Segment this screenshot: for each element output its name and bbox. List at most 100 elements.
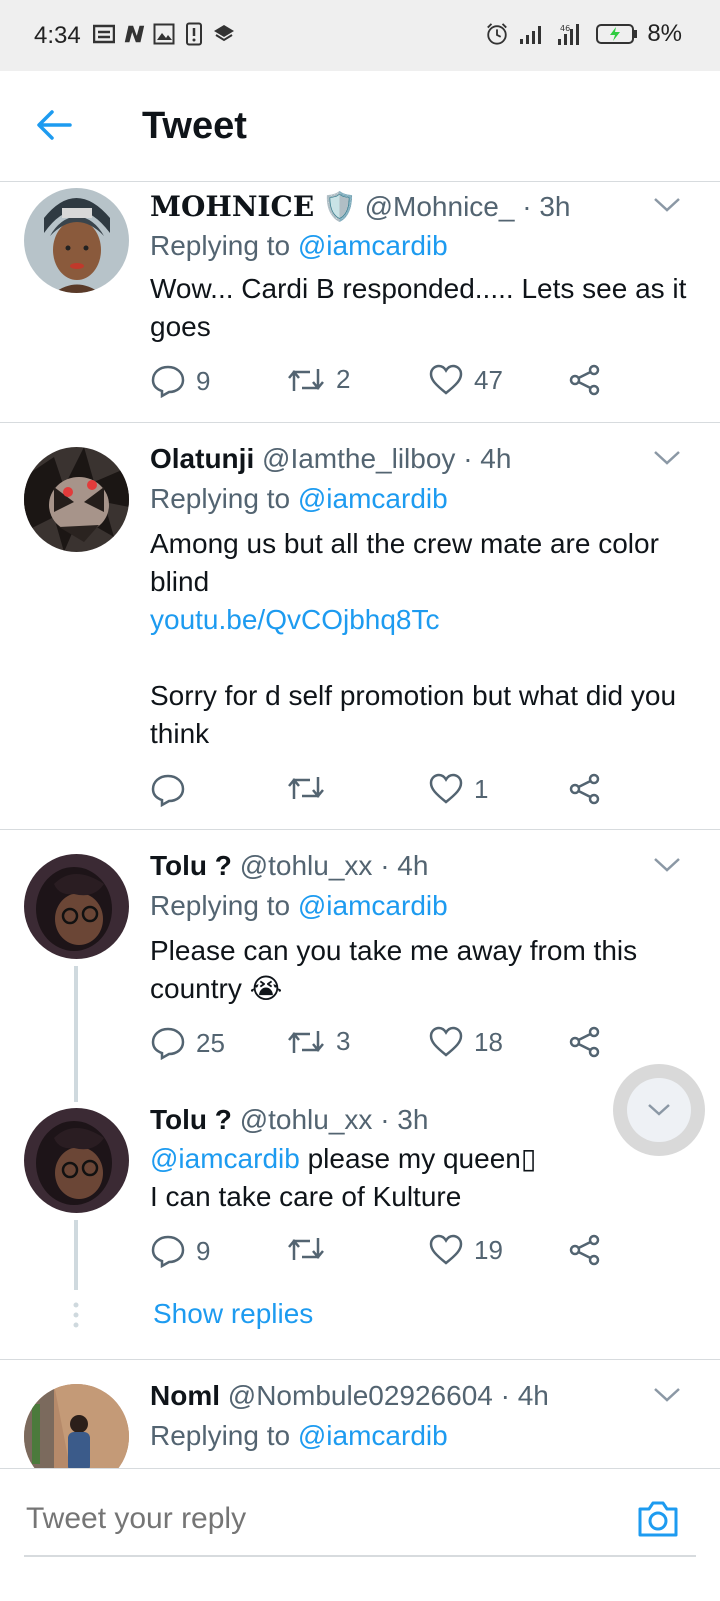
tweet-item[interactable]: Tolu ? @tohlu_xx · 4h Replying to @iamca… (0, 830, 720, 1102)
like-button[interactable]: 1 (428, 773, 488, 805)
tweet-header: Olatunji @Iamthe_lilboy · 4h (150, 443, 511, 475)
show-replies-link[interactable]: Show replies (153, 1298, 313, 1330)
tweet-text: Please can you take me away from this co… (150, 935, 638, 1004)
replying-label: Replying to (150, 1420, 291, 1451)
share-button[interactable] (568, 1026, 602, 1058)
tweet-text-line: please my queen▯ (299, 1143, 537, 1174)
like-button[interactable]: 19 (428, 1234, 503, 1266)
tweet-item[interactable]: Tolu ? @tohlu_xx · 3h @iamcardib please … (0, 1084, 720, 1358)
notes-icon (92, 20, 116, 48)
replying-to: Replying to @iamcardib (150, 230, 448, 262)
share-button[interactable] (568, 1234, 602, 1266)
avatar[interactable] (24, 188, 129, 293)
scroll-down-button[interactable] (613, 1064, 705, 1156)
page-title: Tweet (142, 105, 247, 147)
retweet-button[interactable] (286, 773, 336, 803)
reply-input[interactable] (24, 1501, 608, 1537)
user-handle[interactable]: @Iamthe_lilboy (262, 443, 455, 474)
reply-underline (24, 1555, 696, 1557)
tweet-actions: 25 3 18 (150, 1026, 610, 1066)
chevron-down-icon (654, 198, 680, 212)
tweet-item[interactable]: Olatunji @Iamthe_lilboy · 4h Replying to… (0, 423, 720, 829)
fab-inner (627, 1078, 691, 1142)
share-button[interactable] (568, 773, 602, 805)
tweet-menu-button[interactable] (652, 196, 682, 216)
avatar[interactable] (24, 1108, 129, 1213)
user-name[interactable]: Olatunji (150, 443, 254, 474)
retweet-button[interactable]: 3 (286, 1026, 350, 1057)
replying-label: Replying to (150, 230, 291, 261)
thread-dots (73, 1302, 79, 1333)
reply-button[interactable] (150, 773, 196, 807)
user-name[interactable]: MOHNICE (150, 190, 314, 223)
tweet-header: Tolu ? @tohlu_xx · 3h (150, 1104, 428, 1136)
share-button[interactable] (568, 364, 602, 396)
tweet-actions: 1 (150, 773, 610, 813)
retweet-button[interactable] (286, 1234, 336, 1264)
camera-button[interactable] (636, 1499, 682, 1541)
thread-line (74, 1220, 78, 1290)
reply-count: 9 (196, 1235, 211, 1266)
mention-link[interactable]: @iamcardib (298, 890, 448, 921)
reply-icon (151, 1027, 185, 1060)
user-handle[interactable]: @tohlu_xx (240, 850, 373, 881)
user-handle[interactable]: @Mohnice_ (365, 191, 515, 222)
replying-to: Replying to @iamcardib (150, 1420, 448, 1452)
chevron-down-icon (654, 1388, 680, 1402)
user-name[interactable]: Noml (150, 1380, 220, 1411)
like-button[interactable]: 18 (428, 1026, 503, 1058)
avatar[interactable] (24, 854, 129, 959)
battery-percent: 8% (647, 20, 682, 47)
thread-line (74, 966, 78, 1102)
chevron-down-icon (654, 451, 680, 465)
mention-link[interactable]: @iamcardib (298, 230, 448, 261)
replying-label: Replying to (150, 890, 291, 921)
mention-link[interactable]: @iamcardib (298, 483, 448, 514)
retweet-icon (288, 368, 324, 391)
user-name[interactable]: Tolu ? (150, 850, 232, 881)
alarm-icon (485, 20, 509, 48)
like-count: 19 (474, 1234, 503, 1265)
reply-button[interactable]: 25 (150, 1026, 225, 1060)
chevron-down-icon (654, 858, 680, 872)
user-handle[interactable]: @Nombule02926604 (228, 1380, 493, 1411)
avatar[interactable] (24, 1384, 129, 1468)
user-handle[interactable]: @tohlu_xx (240, 1104, 373, 1135)
alert-icon (182, 20, 206, 48)
user-name[interactable]: Tolu ? (150, 1104, 232, 1135)
status-bar: 4:34 46 8% (0, 0, 720, 71)
like-count: 47 (474, 364, 503, 395)
back-button[interactable] (36, 109, 76, 145)
chevron-down-icon (648, 1104, 670, 1116)
heart-icon (429, 1234, 463, 1265)
status-icons-left (92, 20, 236, 48)
tweet-link[interactable]: youtu.be/QvCOjbhq8Tc (150, 601, 695, 639)
reply-button[interactable]: 9 (150, 364, 210, 398)
retweet-button[interactable]: 2 (286, 364, 350, 395)
like-count: 18 (474, 1026, 503, 1057)
retweet-count: 2 (336, 364, 351, 394)
tweet-menu-button[interactable] (652, 856, 682, 876)
share-icon (569, 364, 600, 396)
tweet-item[interactable]: MOHNICE 🛡️ @Mohnice_ · 3h Replying to @i… (0, 182, 720, 422)
mention-link[interactable]: @iamcardib (298, 1420, 448, 1451)
tweet-text-line: Sorry for d self promotion but what did … (150, 680, 677, 749)
reply-icon (151, 774, 185, 807)
avatar[interactable] (24, 447, 129, 552)
tweet-item[interactable]: Noml @Nombule02926604 · 4h Replying to @… (0, 1360, 720, 1468)
tweet-menu-button[interactable] (652, 1386, 682, 1406)
status-icons-right: 46 8% (485, 20, 682, 48)
retweet-icon (288, 1238, 324, 1260)
share-icon (569, 773, 600, 805)
replying-to: Replying to @iamcardib (150, 890, 448, 922)
like-button[interactable]: 47 (428, 364, 503, 396)
reply-button[interactable]: 9 (150, 1234, 210, 1268)
shield-badge-icon: 🛡️ (321, 191, 357, 222)
svg-text:46: 46 (560, 24, 570, 33)
tweet-menu-button[interactable] (652, 449, 682, 469)
status-time: 4:34 (34, 22, 81, 49)
tweet-time: · 3h (522, 191, 571, 222)
signal-icon: 46 (555, 20, 585, 48)
tweet-text-line: Among us but all the crew mate are color… (150, 528, 659, 597)
mention-link[interactable]: @iamcardib (150, 1143, 300, 1174)
